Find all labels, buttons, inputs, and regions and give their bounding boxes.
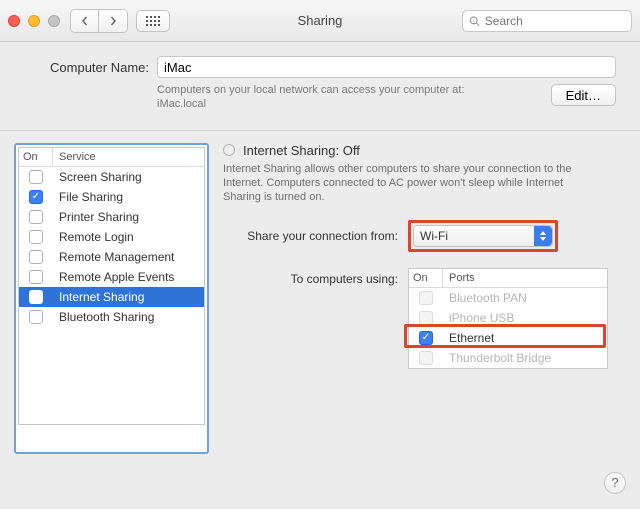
ports-list[interactable]: On Ports Bluetooth PAN iPhone USB Ethernet…	[408, 268, 608, 369]
traffic-lights	[8, 15, 60, 27]
service-label: Bluetooth Sharing	[53, 310, 204, 324]
port-checkbox	[419, 351, 433, 365]
service-checkbox[interactable]	[29, 290, 43, 304]
computer-name-local: iMac.local	[157, 98, 465, 112]
search-input[interactable]	[485, 14, 625, 28]
port-label: Ethernet	[443, 331, 607, 345]
service-checkbox[interactable]	[29, 270, 43, 284]
detail-description: Internet Sharing allows other computers …	[223, 162, 603, 205]
service-label: Internet Sharing	[53, 290, 204, 304]
service-row[interactable]: Remote Management	[19, 247, 204, 267]
port-row[interactable]: Ethernet	[409, 328, 607, 348]
ports-header: On Ports	[409, 269, 607, 288]
service-label: Printer Sharing	[53, 210, 204, 224]
service-list-focus-ring: On Service Screen Sharing File Sharing Pri…	[14, 143, 209, 454]
computer-name-label: Computer Name:	[24, 60, 149, 75]
detail-heading: Internet Sharing: Off	[243, 143, 360, 158]
zoom-button	[48, 15, 60, 27]
main-content: On Service Screen Sharing File Sharing Pri…	[0, 131, 640, 504]
service-checkbox[interactable]	[29, 190, 43, 204]
annotation-highlight-share-from: Wi-Fi	[408, 220, 558, 252]
port-label: Bluetooth PAN	[443, 291, 607, 305]
service-row[interactable]: Remote Login	[19, 227, 204, 247]
to-computers-label: To computers using:	[223, 268, 398, 286]
edit-button[interactable]: Edit…	[551, 84, 616, 106]
port-label: iPhone USB	[443, 311, 607, 325]
search-field[interactable]	[462, 10, 632, 32]
port-checkbox	[419, 291, 433, 305]
chevron-left-icon	[80, 16, 90, 26]
ports-col-on: On	[409, 269, 443, 287]
computer-name-field[interactable]	[157, 56, 616, 78]
service-checkbox[interactable]	[29, 210, 43, 224]
service-detail: Internet Sharing: Off Internet Sharing a…	[223, 143, 626, 454]
nav-buttons	[70, 9, 128, 33]
service-list[interactable]: On Service Screen Sharing File Sharing Pri…	[18, 147, 205, 425]
service-label: Remote Login	[53, 230, 204, 244]
col-service-header: Service	[53, 148, 204, 166]
port-checkbox	[419, 311, 433, 325]
service-label: Remote Management	[53, 250, 204, 264]
popup-arrows-icon	[534, 226, 552, 246]
share-from-popup[interactable]: Wi-Fi	[413, 225, 553, 247]
service-checkbox[interactable]	[29, 250, 43, 264]
service-row[interactable]: Screen Sharing	[19, 167, 204, 187]
port-checkbox[interactable]	[419, 331, 433, 345]
service-row[interactable]: Printer Sharing	[19, 207, 204, 227]
close-button[interactable]	[8, 15, 20, 27]
service-checkbox[interactable]	[29, 170, 43, 184]
port-row: Bluetooth PAN	[409, 288, 607, 308]
share-from-value: Wi-Fi	[420, 229, 448, 243]
service-list-header: On Service	[19, 148, 204, 167]
minimize-button[interactable]	[28, 15, 40, 27]
search-icon	[469, 15, 480, 27]
grid-icon	[146, 16, 160, 26]
service-row[interactable]: File Sharing	[19, 187, 204, 207]
show-all-button[interactable]	[136, 10, 170, 32]
service-row[interactable]: Bluetooth Sharing	[19, 307, 204, 327]
forward-button[interactable]	[99, 10, 127, 32]
service-label: Remote Apple Events	[53, 270, 204, 284]
share-from-label: Share your connection from:	[223, 229, 398, 243]
computer-name-section: Computer Name: Computers on your local n…	[0, 42, 640, 131]
port-label: Thunderbolt Bridge	[443, 351, 607, 365]
help-button[interactable]: ?	[604, 472, 626, 494]
back-button[interactable]	[71, 10, 99, 32]
ports-col-ports: Ports	[443, 269, 607, 287]
service-checkbox[interactable]	[29, 310, 43, 324]
service-label: Screen Sharing	[53, 170, 204, 184]
port-row: Thunderbolt Bridge	[409, 348, 607, 368]
computer-name-hint: Computers on your local network can acce…	[157, 84, 465, 98]
service-label: File Sharing	[53, 190, 204, 204]
port-row: iPhone USB	[409, 308, 607, 328]
chevron-right-icon	[108, 16, 118, 26]
col-on-header: On	[19, 148, 53, 166]
service-row[interactable]: Remote Apple Events	[19, 267, 204, 287]
titlebar: Sharing	[0, 0, 640, 42]
service-row[interactable]: Internet Sharing	[19, 287, 204, 307]
service-checkbox[interactable]	[29, 230, 43, 244]
status-indicator-icon	[223, 144, 235, 156]
